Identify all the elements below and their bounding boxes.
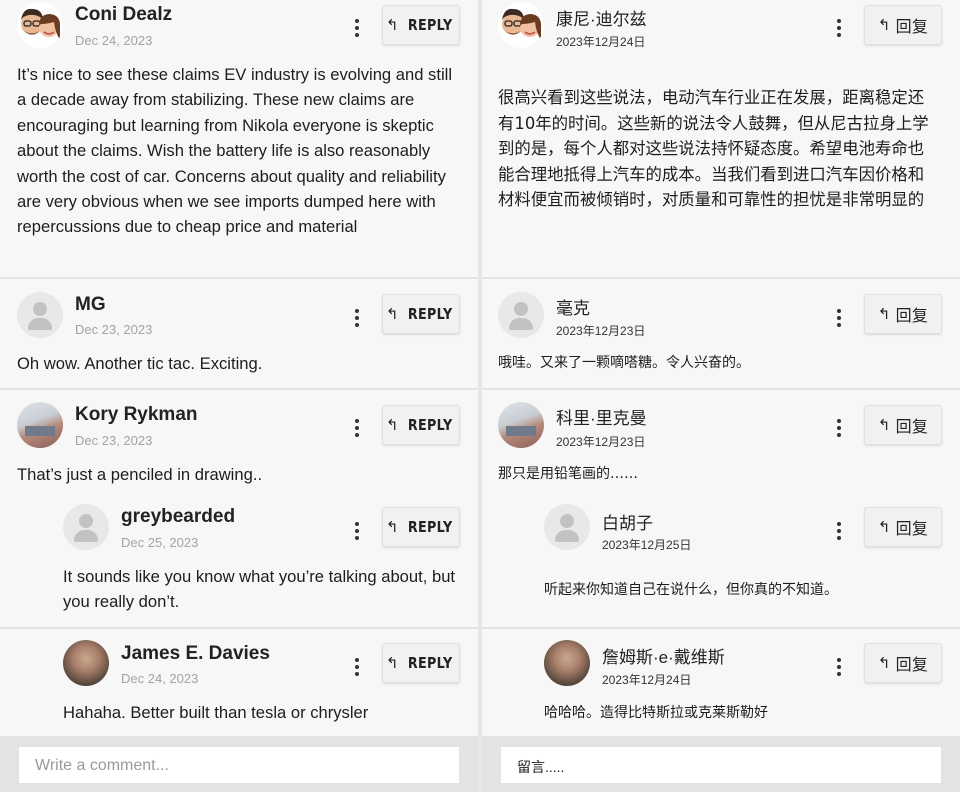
comment-input[interactable]: Write a comment... [18,746,460,784]
comment-text: It’s nice to see these claims EV industr… [17,65,453,237]
more-options-icon[interactable] [347,519,367,543]
comment-author[interactable]: 康尼·迪尔兹 [556,5,647,30]
comment-text: 听起来你知道自己在说什么，但你真的不知道。 [544,582,838,598]
comment-text: Oh wow. Another tic tac. Exciting. [17,354,263,373]
default-user-icon[interactable] [63,504,109,550]
default-user-icon[interactable] [498,292,544,338]
comment-text: 哦哇。又来了一颗嘀嗒糖。令人兴奋的。 [498,355,750,371]
comment-text: That’s just a penciled in drawing.. [17,465,263,484]
reply-button[interactable]: ↰ REPLY [382,507,460,547]
reply-item: James E. Davies Dec 24, 2023 ↰ REPLY Haha… [0,629,478,737]
reply-arrow-icon: ↰ [385,519,399,536]
comments-panel-english: Coni Dealz Dec 24, 2023 ↰ REPLY It’s nice… [0,0,478,792]
more-options-icon[interactable] [829,306,849,330]
more-options-icon[interactable] [347,655,367,679]
comment-date: Dec 24, 2023 [75,33,153,48]
reply-arrow-icon: ↰ [385,306,399,323]
comment-date: Dec 24, 2023 [121,671,199,686]
comment-date: Dec 23, 2023 [75,433,153,448]
comment-item: 科里·里克曼 2023年12月23日 ↰ 回复 那只是用铅笔画的…… [482,390,960,500]
comment-item: Kory Rykman Dec 23, 2023 ↰ REPLY That’s j… [0,390,478,500]
comment-item: Coni Dealz Dec 24, 2023 ↰ REPLY It’s nice… [0,0,478,278]
comment-date: 2023年12月24日 [556,35,646,49]
reply-button[interactable]: ↰ 回复 [864,294,942,334]
reply-arrow-icon: ↰ [385,17,399,34]
reply-button[interactable]: ↰ REPLY [382,643,460,683]
memoji-couple-icon[interactable] [498,2,544,48]
reply-arrow-icon: ↰ [385,417,399,434]
comment-date: 2023年12月25日 [602,538,692,552]
comment-input[interactable]: 留言..... [500,746,942,784]
comment-text: It sounds like you know what you’re talk… [63,567,456,612]
more-options-icon[interactable] [347,416,367,440]
comment-item: 毫克 2023年12月23日 ↰ 回复 哦哇。又来了一颗嘀嗒糖。令人兴奋的。 [482,279,960,389]
comments-panel-chinese: 康尼·迪尔兹 2023年12月24日 ↰ 回复 很高兴看到这些说法，电动汽车行业正… [482,0,960,792]
default-user-icon[interactable] [17,292,63,338]
comment-author[interactable]: greybearded [121,506,235,528]
comment-author[interactable]: Coni Dealz [75,4,172,26]
more-options-icon[interactable] [829,16,849,40]
user-photo-avatar[interactable] [544,640,590,686]
reply-item: 詹姆斯·e·戴维斯 2023年12月24日 ↰ 回复 哈哈哈。造得比特斯拉或克莱斯… [482,629,960,737]
comment-text: 很高兴看到这些说法，电动汽车行业正在发展，距离稳定还有10年的时间。这些新的说法… [498,88,929,210]
reply-button[interactable]: ↰ 回复 [864,643,942,683]
reply-arrow-icon: ↰ [877,417,891,434]
reply-arrow-icon: ↰ [877,17,891,34]
comment-item: MG Dec 23, 2023 ↰ REPLY Oh wow. Another t… [0,279,478,389]
more-options-icon[interactable] [829,416,849,440]
reply-arrow-icon: ↰ [385,655,399,672]
more-options-icon[interactable] [829,519,849,543]
comment-author[interactable]: 白胡子 [602,509,653,534]
more-options-icon[interactable] [347,16,367,40]
reply-item: 白胡子 2023年12月25日 ↰ 回复 听起来你知道自己在说什么，但你真的不知道… [482,500,960,628]
reply-button[interactable]: ↰ REPLY [382,5,460,45]
user-photo-avatar[interactable] [17,402,63,448]
comment-author[interactable]: MG [75,294,106,316]
reply-button[interactable]: ↰ 回复 [864,405,942,445]
comment-text: Hahaha. Better built than tesla or chrys… [63,703,369,722]
comment-item: 康尼·迪尔兹 2023年12月24日 ↰ 回复 很高兴看到这些说法，电动汽车行业正… [482,0,960,278]
user-photo-avatar[interactable] [498,402,544,448]
reply-arrow-icon: ↰ [877,306,891,323]
comment-text: 那只是用铅笔画的…… [498,466,638,482]
comment-date: 2023年12月23日 [556,435,646,449]
comment-composer: 留言..... [482,736,960,792]
reply-button[interactable]: ↰ REPLY [382,405,460,445]
reply-button[interactable]: ↰ REPLY [382,294,460,334]
reply-button[interactable]: ↰ 回复 [864,507,942,547]
comment-author[interactable]: 詹姆斯·e·戴维斯 [602,643,725,668]
comment-date: Dec 25, 2023 [121,535,199,550]
comment-author[interactable]: James E. Davies [121,643,270,665]
memoji-couple-icon[interactable] [17,2,63,48]
comment-text: 哈哈哈。造得比特斯拉或克莱斯勒好 [544,705,768,721]
comment-date: 2023年12月24日 [602,673,692,687]
reply-item: greybearded Dec 25, 2023 ↰ REPLY It sound… [0,500,478,628]
comment-author[interactable]: 科里·里克曼 [556,404,647,429]
reply-arrow-icon: ↰ [877,655,891,672]
default-user-icon[interactable] [544,504,590,550]
comment-author[interactable]: Kory Rykman [75,404,198,426]
comment-author[interactable]: 毫克 [556,294,590,319]
reply-button[interactable]: ↰ 回复 [864,5,942,45]
more-options-icon[interactable] [347,306,367,330]
more-options-icon[interactable] [829,655,849,679]
reply-arrow-icon: ↰ [877,519,891,536]
user-photo-avatar[interactable] [63,640,109,686]
comment-date: Dec 23, 2023 [75,322,153,337]
comment-date: 2023年12月23日 [556,324,646,338]
comment-composer: Write a comment... [0,736,478,792]
